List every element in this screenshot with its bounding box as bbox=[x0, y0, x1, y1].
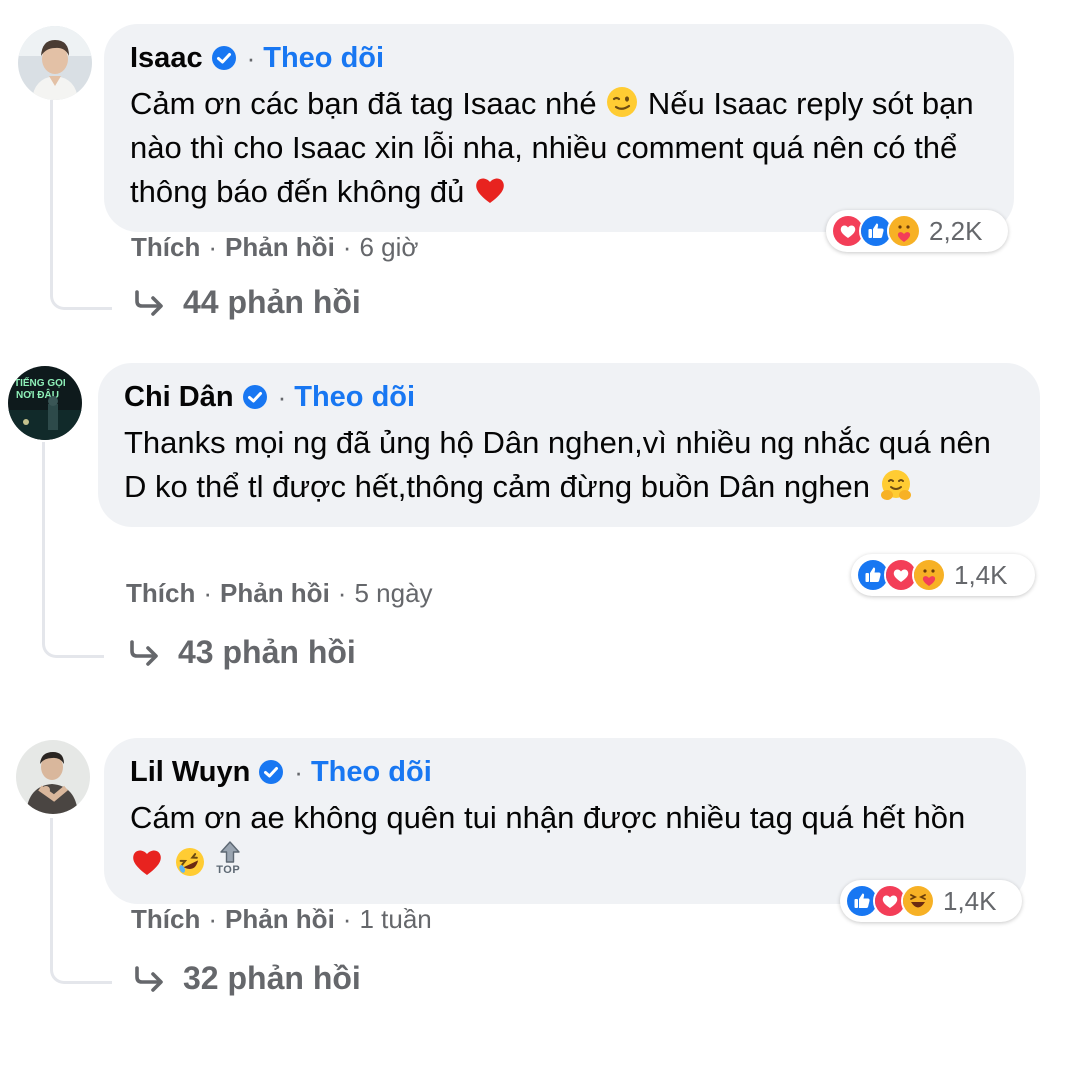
avatar-title-text: TIẾNG GỌI bbox=[14, 376, 66, 389]
comment-text: Cám ơn ae không quên tui nhận được nhiều… bbox=[130, 796, 1000, 886]
thread-line bbox=[50, 818, 112, 984]
winking-face-emoji bbox=[607, 87, 638, 117]
follow-button[interactable]: Theo dõi bbox=[311, 754, 432, 790]
comment-text-part: Cám ơn ae không quên tui nhận được nhiều… bbox=[130, 800, 966, 835]
avatar[interactable] bbox=[16, 740, 90, 814]
top-label: TOP bbox=[216, 864, 241, 876]
separator-dot: · bbox=[294, 757, 303, 787]
author-name[interactable]: Isaac bbox=[130, 40, 203, 76]
like-button[interactable]: Thích bbox=[131, 232, 200, 263]
haha-reaction-icon bbox=[901, 884, 935, 918]
reactions-summary[interactable]: 1,4K bbox=[840, 880, 1022, 922]
hugging-face-emoji bbox=[880, 470, 911, 500]
comment-timestamp[interactable]: 1 tuần bbox=[359, 904, 431, 935]
view-replies-link[interactable]: 32 phản hồi bbox=[133, 960, 361, 997]
comment-text: Thanks mọi ng đã ủng hộ Dân nghen,vì nhi… bbox=[124, 421, 1014, 509]
view-replies-link[interactable]: 44 phản hồi bbox=[133, 284, 361, 321]
view-replies-link[interactable]: 43 phản hồi bbox=[128, 634, 356, 671]
comment-actions: Thích · Phản hồi · 6 giờ bbox=[131, 232, 418, 263]
care-reaction-icon bbox=[912, 558, 946, 592]
replies-count: 44 phản hồi bbox=[183, 284, 361, 320]
top-arrow-emoji: TOP bbox=[215, 840, 245, 880]
separator-dot: · bbox=[208, 232, 218, 262]
reply-button[interactable]: Phản hồi bbox=[225, 904, 335, 935]
comment-text-part: Cảm ơn các bạn đã tag Isaac nhé bbox=[130, 86, 597, 121]
comment-bubble: Chi Dân · Theo dõi Thanks mọi ng đã ủng … bbox=[98, 363, 1040, 527]
follow-button[interactable]: Theo dõi bbox=[294, 379, 415, 415]
reply-arrow-icon bbox=[135, 289, 163, 316]
verified-badge-icon bbox=[259, 760, 284, 784]
reply-arrow-icon bbox=[135, 965, 163, 992]
comment-text-part: Thanks mọi ng đã ủng hộ Dân nghen,vì nhi… bbox=[124, 425, 991, 504]
verified-badge-icon bbox=[242, 385, 267, 409]
follow-button[interactable]: Theo dõi bbox=[263, 40, 384, 76]
reactions-summary[interactable]: 2,2K bbox=[826, 210, 1008, 252]
separator-dot: · bbox=[246, 43, 256, 73]
reply-button[interactable]: Phản hồi bbox=[225, 232, 335, 263]
comment-timestamp[interactable]: 5 ngày bbox=[354, 578, 432, 609]
author-name[interactable]: Chi Dân bbox=[124, 379, 234, 415]
avatar[interactable]: TIẾNG GỌI NƠI ĐÂU bbox=[8, 366, 82, 440]
reply-arrow-icon bbox=[130, 639, 158, 666]
avatar-chi-dan-image: TIẾNG GỌI NƠI ĐÂU bbox=[8, 366, 82, 440]
replies-count: 43 phản hồi bbox=[178, 634, 356, 670]
red-heart-emoji bbox=[133, 850, 161, 875]
separator-dot: · bbox=[203, 578, 213, 608]
rolling-laughing-emoji bbox=[175, 848, 204, 876]
thread-line bbox=[50, 100, 112, 310]
separator-dot: · bbox=[208, 904, 218, 934]
comment-text: Cảm ơn các bạn đã tag Isaac nhé Nếu Isaa… bbox=[130, 82, 988, 214]
separator-dot: · bbox=[337, 578, 347, 608]
separator-dot: · bbox=[277, 382, 287, 412]
thread-line bbox=[42, 442, 104, 658]
reaction-count: 2,2K bbox=[929, 215, 983, 246]
comment-timestamp[interactable]: 6 giờ bbox=[359, 232, 418, 263]
reaction-count: 1,4K bbox=[954, 559, 1008, 590]
comment-actions: Thích · Phản hồi · 1 tuần bbox=[131, 904, 432, 935]
care-reaction-icon bbox=[887, 214, 921, 248]
reactions-summary[interactable]: 1,4K bbox=[851, 554, 1035, 596]
reply-button[interactable]: Phản hồi bbox=[220, 578, 330, 609]
like-button[interactable]: Thích bbox=[126, 578, 195, 609]
avatar[interactable] bbox=[18, 26, 92, 100]
separator-dot: · bbox=[342, 232, 352, 262]
red-heart-emoji bbox=[476, 178, 504, 203]
reaction-count: 1,4K bbox=[943, 885, 997, 916]
avatar-lil-wuyn-image bbox=[16, 740, 90, 814]
like-button[interactable]: Thích bbox=[131, 904, 200, 935]
comment-actions: Thích · Phản hồi · 5 ngày bbox=[126, 578, 433, 609]
author-name[interactable]: Lil Wuyn bbox=[130, 754, 250, 790]
verified-badge-icon bbox=[211, 46, 236, 70]
replies-count: 32 phản hồi bbox=[183, 960, 361, 996]
avatar-isaac-image bbox=[18, 26, 92, 100]
comment-bubble: Isaac · Theo dõi Cảm ơn các bạn đã tag I… bbox=[104, 24, 1014, 232]
separator-dot: · bbox=[342, 904, 352, 934]
